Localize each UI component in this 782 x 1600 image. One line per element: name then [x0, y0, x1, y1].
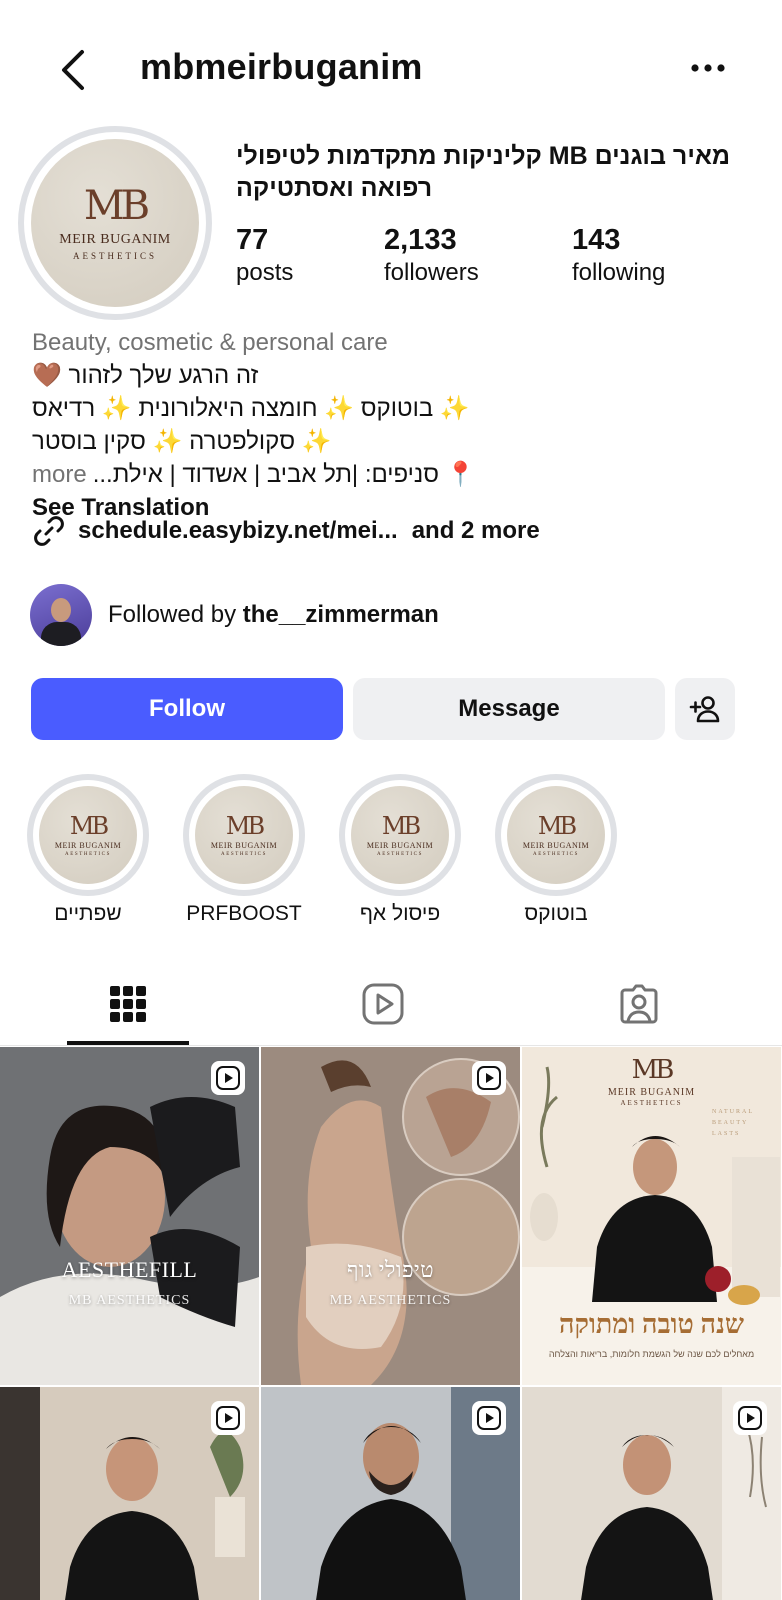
tagged-icon [620, 984, 658, 1024]
stat-following[interactable]: 143 following [572, 222, 665, 288]
profile-username: mbmeirbuganim [140, 46, 423, 87]
reel-badge [733, 1401, 767, 1435]
highlight-botox[interactable]: MB MEIR BUGANIM AESTHETICS בוטוקס [494, 774, 618, 926]
reels-icon [216, 1066, 240, 1090]
highlight-nose[interactable]: MB MEIR BUGANIM AESTHETICS פיסול אף [338, 774, 462, 926]
bio-link-more[interactable]: and 2 more [412, 517, 540, 545]
highlight-label: פיסול אף [359, 902, 441, 925]
post-caption-subtitle: MB AESTHETICS [329, 1293, 452, 1308]
reel-badge [211, 1401, 245, 1435]
stat-posts[interactable]: 77 posts [236, 222, 293, 288]
bio-more-link[interactable]: more [32, 458, 87, 491]
highlight-label: PRFBOOST [186, 902, 302, 925]
bio-locations: 📍 סניפים: |תל אביב | אשדוד | אילת... [92, 461, 476, 488]
more-horizontal-icon [691, 64, 725, 72]
profile-header: mbmeirbuganim [0, 0, 782, 140]
stat-followers[interactable]: 2,133 followers [384, 222, 479, 288]
post-thumbnail[interactable] [522, 1387, 781, 1600]
bio-link-url[interactable]: schedule.easybizy.net/mei... [78, 517, 398, 545]
stat-posts-label: posts [236, 259, 294, 286]
suggested-accounts-button[interactable] [675, 678, 735, 740]
post-heading: שנה טובה ומתוקה [559, 1309, 744, 1339]
bio-category: Beauty, cosmetic & personal care [32, 329, 388, 356]
highlight-cover: MB MEIR BUGANIM AESTHETICS [183, 774, 305, 896]
stat-following-label: following [572, 259, 666, 286]
post-caption-title: AESTHEFILL [61, 1257, 198, 1282]
logo-name: MEIR BUGANIM [59, 231, 171, 247]
reels-icon [362, 983, 404, 1025]
followed-by-user[interactable]: the__zimmerman [243, 601, 439, 628]
post-caption-subtitle: MB AESTHETICS [68, 1293, 191, 1308]
profile-avatar[interactable]: MB MEIR BUGANIM AESTHETICS [18, 126, 212, 320]
stat-following-value: 143 [572, 224, 621, 256]
tab-posts-grid[interactable] [67, 962, 189, 1046]
highlight-prfboost[interactable]: MB MEIR BUGANIM AESTHETICS PRFBOOST [182, 774, 306, 926]
post-logo-sub: AESTHETICS [620, 1099, 683, 1107]
post-subheading: מאחלים לכם שנה של הגשמת חלומות, בריאות ו… [548, 1349, 755, 1359]
highlight-cover: MB MEIR BUGANIM AESTHETICS [27, 774, 149, 896]
post-side-text: NATURAL BEAUTY LASTS [712, 1109, 754, 1137]
post-thumbnail[interactable] [261, 1387, 520, 1600]
bio-line-4: more 📍 סניפים: |תל אביב | אשדוד | אילת..… [32, 458, 752, 491]
active-tab-indicator [67, 1041, 189, 1045]
avatar-logo: MB MEIR BUGANIM AESTHETICS [31, 139, 199, 307]
profile-bio: Beauty, cosmetic & personal care זה הרגע… [32, 326, 752, 524]
bio-line-3: ✨ סקולפטרה ✨ סקין בוסטר [32, 428, 332, 455]
reel-badge [211, 1061, 245, 1095]
bio-line-2: ✨ בוטוקס ✨ חומצה היאלורונית ✨ רדיאס [32, 395, 470, 422]
tab-tagged[interactable] [578, 962, 700, 1046]
stat-posts-value: 77 [236, 224, 269, 256]
follower-avatar[interactable] [30, 584, 92, 646]
follow-button[interactable]: Follow [31, 678, 343, 740]
followed-by-prefix: Followed by [108, 601, 243, 628]
link-icon [34, 516, 64, 546]
profile-tabs [0, 962, 782, 1046]
post-logo-monogram: MB [631, 1055, 675, 1085]
full-name-line-1: מאיר בוגנים MB קליניקות מתקדמות לטיפולי [236, 142, 731, 170]
highlight-label: שפתיים [54, 902, 122, 925]
reel-badge [472, 1401, 506, 1435]
post-image [0, 1047, 259, 1385]
highlight-lips[interactable]: MB MEIR BUGANIM AESTHETICS שפתיים [26, 774, 150, 926]
logo-monogram: MB [83, 182, 150, 229]
more-options-button[interactable] [686, 50, 730, 86]
reel-badge [472, 1061, 506, 1095]
post-thumbnail[interactable]: AESTHEFILL MB AESTHETICS [0, 1047, 259, 1385]
reels-icon [477, 1406, 501, 1430]
back-button[interactable] [52, 44, 92, 96]
add-person-icon [689, 696, 720, 723]
bio-link[interactable]: schedule.easybizy.net/mei... and 2 more [32, 514, 540, 548]
followed-by[interactable]: Followed by the__zimmerman [30, 584, 439, 646]
post-image [261, 1047, 520, 1385]
post-thumbnail[interactable]: MB MEIR BUGANIM AESTHETICS NATURAL BEAUT… [522, 1047, 781, 1385]
grid-icon [110, 986, 146, 1022]
post-thumbnail[interactable]: טיפולי גוף MB AESTHETICS [261, 1047, 520, 1385]
full-name-line-2: רפואה ואסתטיקה [236, 174, 433, 202]
profile-full-name: מאיר בוגנים MB קליניקות מתקדמות לטיפולי … [236, 140, 736, 204]
chevron-left-icon [62, 50, 84, 90]
reels-icon [477, 1066, 501, 1090]
highlight-cover: MB MEIR BUGANIM AESTHETICS [495, 774, 617, 896]
reels-icon [216, 1406, 240, 1430]
message-button[interactable]: Message [353, 678, 665, 740]
stat-followers-value: 2,133 [384, 224, 457, 256]
post-thumbnail[interactable] [0, 1387, 259, 1600]
tab-reels[interactable] [322, 962, 444, 1046]
stat-followers-label: followers [384, 259, 479, 286]
reels-icon [738, 1406, 762, 1430]
post-caption-title: טיפולי גוף [346, 1257, 435, 1282]
post-logo: MB MEIR BUGANIM AESTHETICS [522, 1055, 781, 1107]
post-logo-name: MEIR BUGANIM [607, 1087, 696, 1098]
highlight-cover: MB MEIR BUGANIM AESTHETICS [339, 774, 461, 896]
logo-subtitle: AESTHETICS [73, 250, 157, 261]
highlight-label: בוטוקס [524, 902, 588, 925]
bio-line-1: זה הרגע שלך לזהור 🤎 [32, 362, 259, 389]
followed-by-text: Followed by the__zimmerman [108, 601, 439, 629]
